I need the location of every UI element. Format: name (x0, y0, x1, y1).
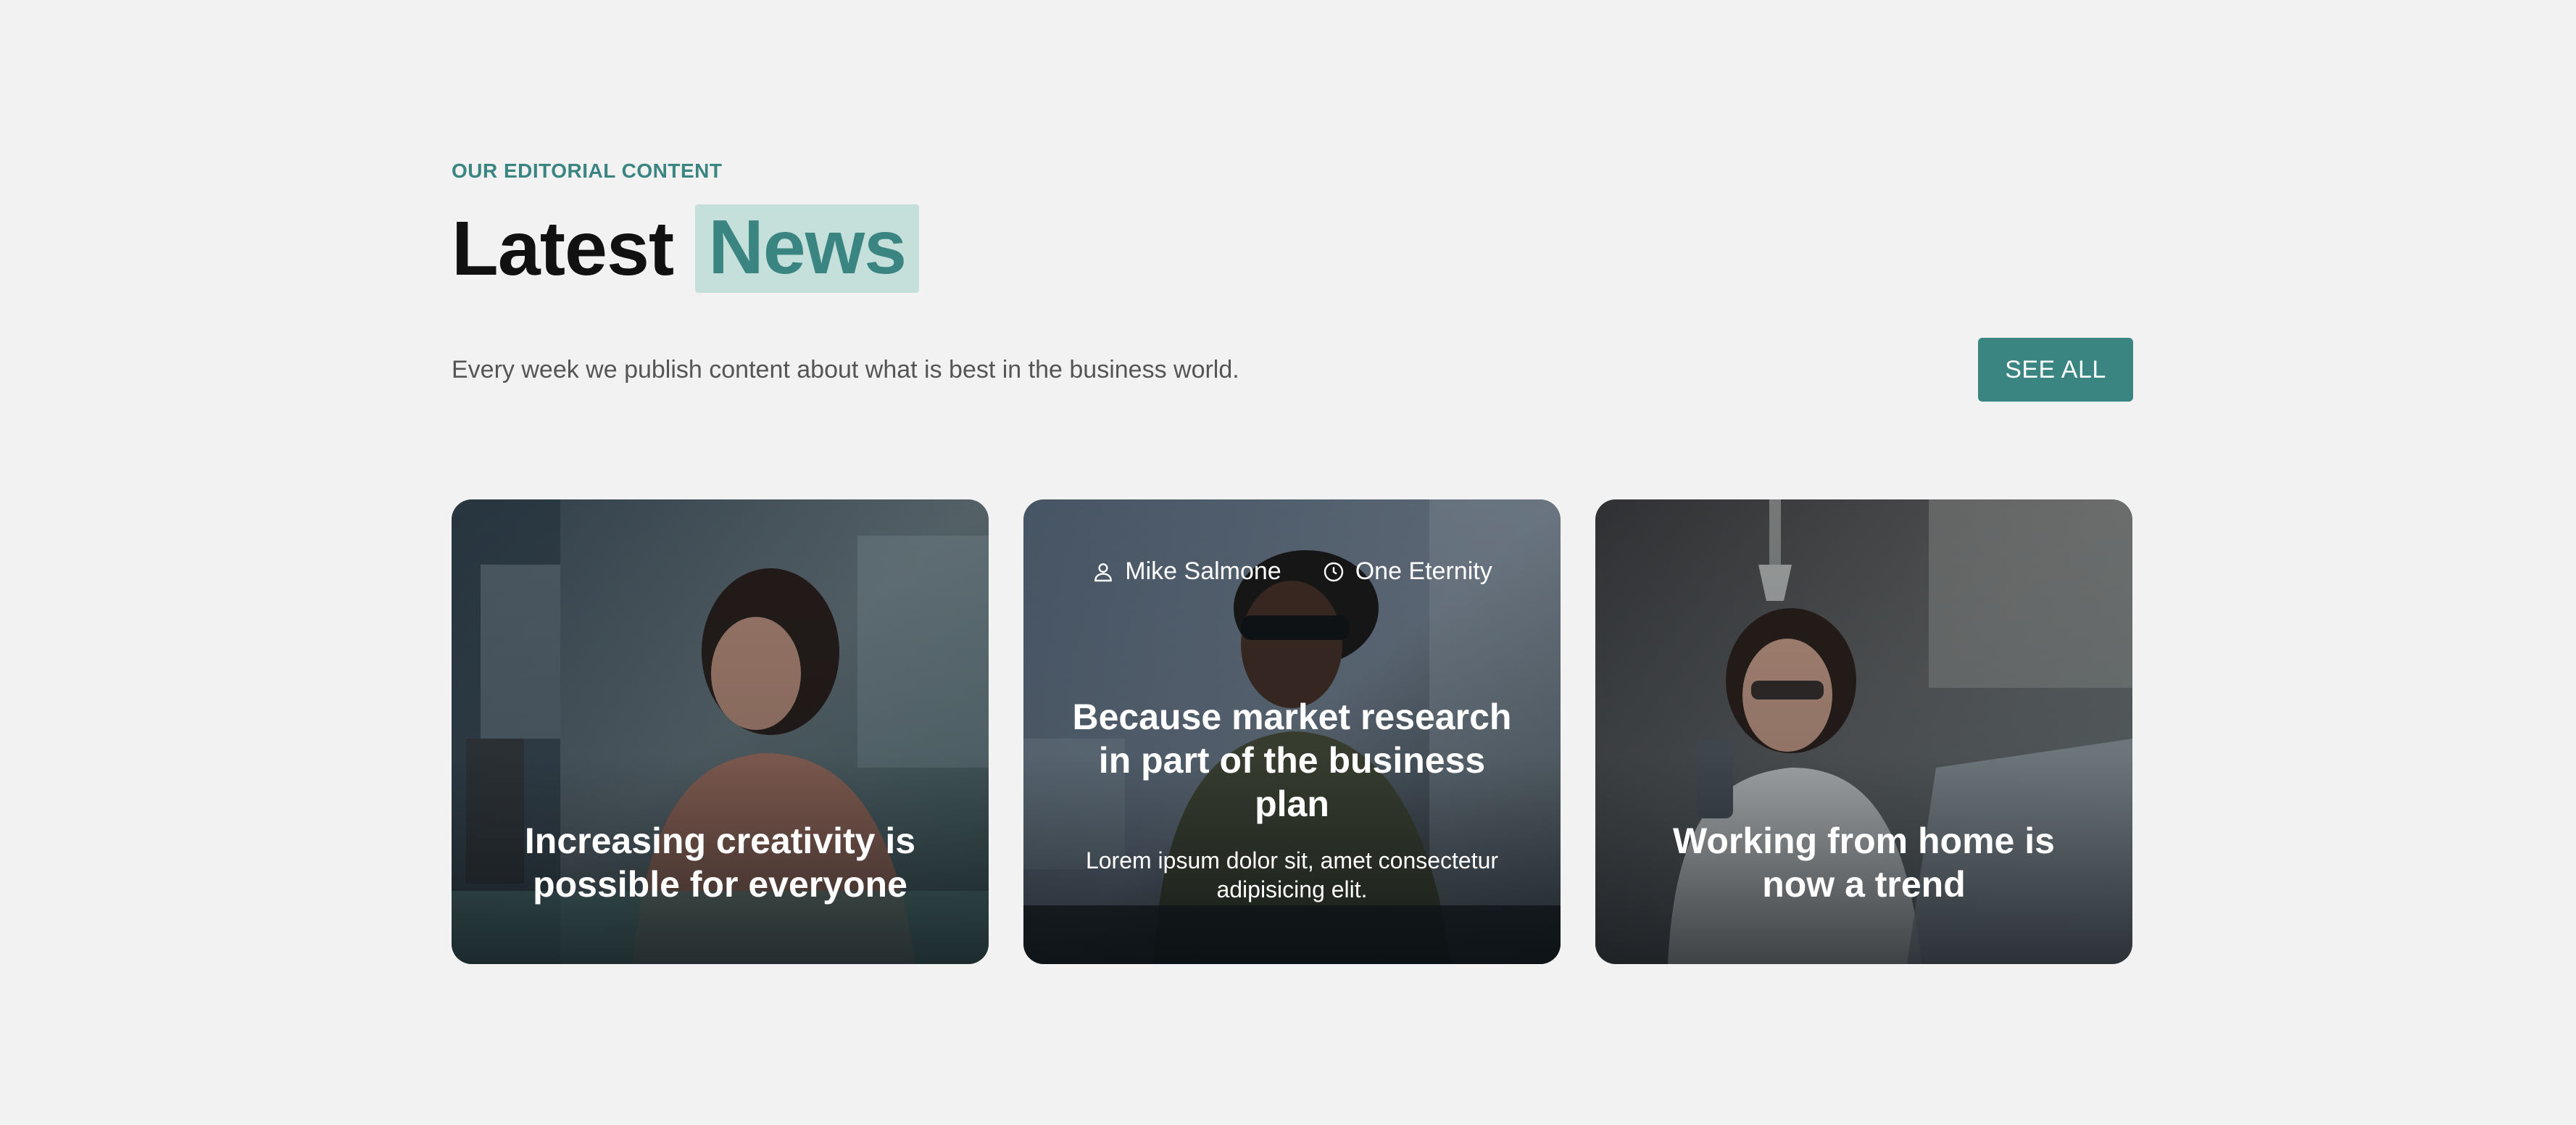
title-plain: Latest (452, 206, 674, 291)
subtitle-row: Every week we publish content about what… (452, 338, 2133, 402)
time-meta: One Eternity (1322, 557, 1492, 586)
page-title: Latest News (452, 204, 2133, 293)
news-card-market-research[interactable]: Mike Salmone One Eternity Because market… (1023, 499, 1561, 964)
clock-icon (1324, 562, 1343, 581)
author-name: Mike Salmone (1125, 557, 1281, 585)
see-all-button[interactable]: SEE ALL (1978, 338, 2133, 402)
user-icon (1094, 562, 1113, 581)
news-card-work-from-home[interactable]: Working from home is now a trend (1595, 499, 2132, 964)
card-title: Working from home is now a trend (1673, 821, 2055, 905)
news-section-header: OUR EDITORIAL CONTENT Latest News Every … (452, 159, 2133, 402)
section-eyebrow: OUR EDITORIAL CONTENT (452, 159, 723, 182)
card-meta: Mike Salmone One Eternity (1023, 557, 1561, 586)
card-title: Increasing creativity is possible for ev… (524, 821, 916, 905)
card-title: Because market research in part of the b… (1072, 697, 1512, 824)
news-cards: Increasing creativity is possible for ev… (452, 499, 2133, 964)
card-description: Lorem ipsum dolor sit, amet consectetur … (1085, 847, 1499, 902)
author-meta: Mike Salmone (1092, 557, 1281, 586)
title-highlight: News (695, 204, 920, 293)
section-subtitle: Every week we publish content about what… (452, 355, 1239, 383)
read-time: One Eternity (1355, 557, 1492, 585)
news-card-creativity[interactable]: Increasing creativity is possible for ev… (452, 499, 989, 964)
